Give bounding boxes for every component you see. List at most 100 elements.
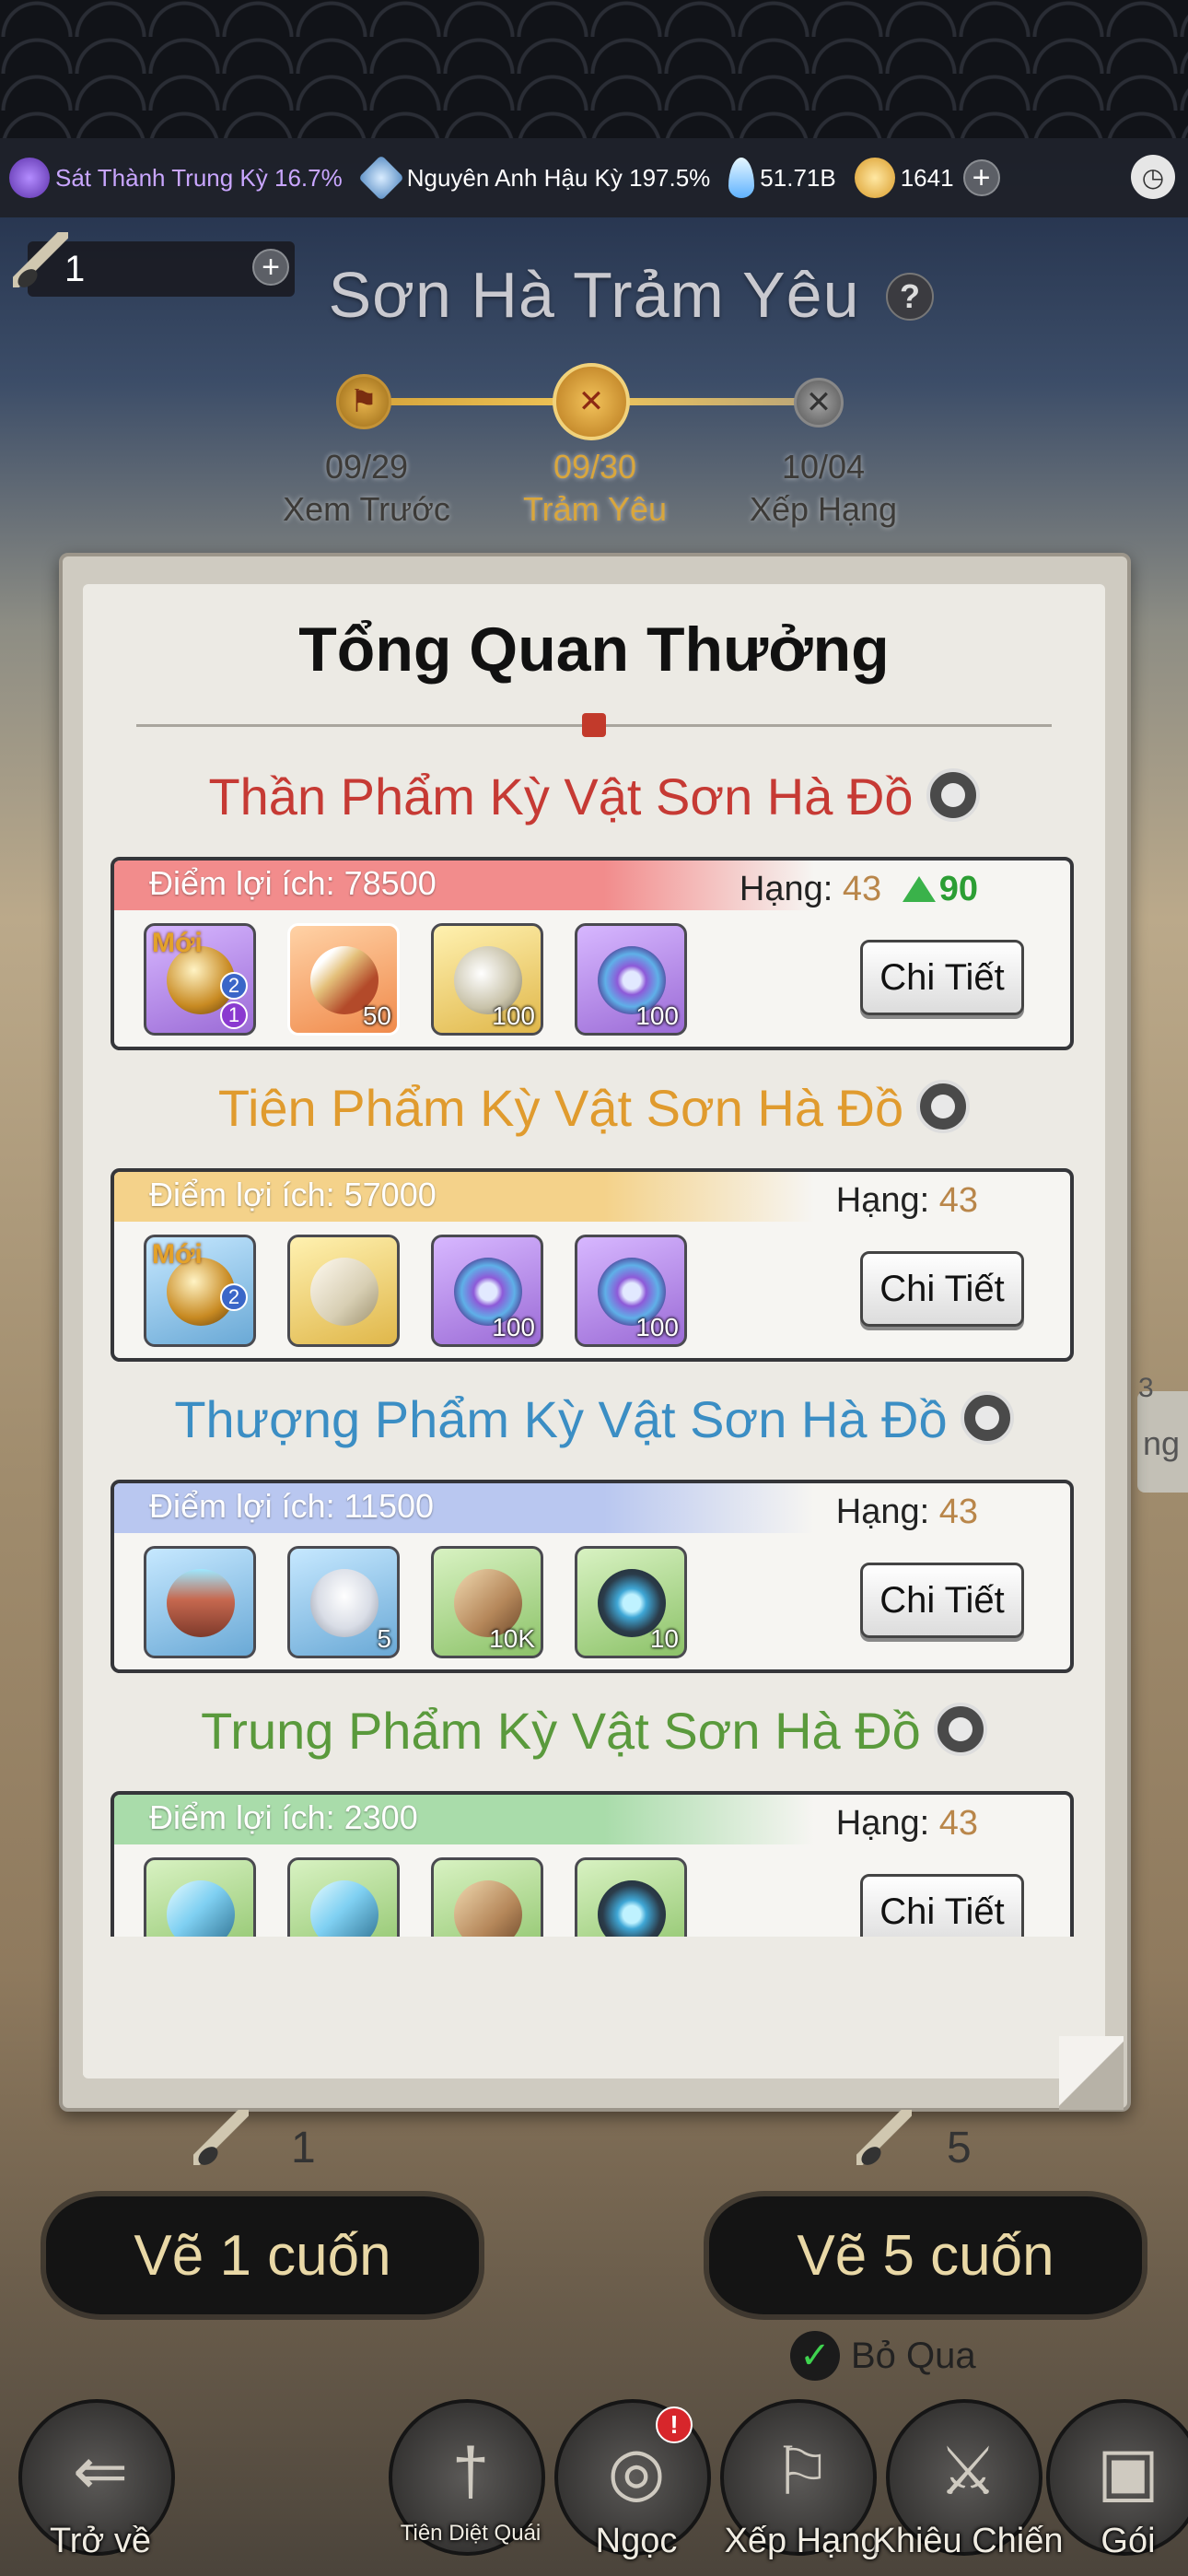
item-quantity: 100 <box>492 1313 535 1341</box>
notification-badge: ! <box>656 2406 693 2443</box>
help-icon[interactable]: ? <box>886 273 934 321</box>
reward-item[interactable]: Mới 2 1 <box>144 923 256 1036</box>
nav-label: Gói <box>1101 2522 1156 2560</box>
new-tag: Mới <box>152 928 203 958</box>
tier-immortal: Tiên Phẩm Kỳ Vật Sơn Hà Đồ Điểm lợi ích:… <box>83 1076 1105 1380</box>
crossed-swords-icon: ⚔ <box>938 2435 998 2509</box>
sword-icon: † <box>451 2435 490 2509</box>
level-badge: 1 <box>220 1001 248 1029</box>
reward-item[interactable]: 100 <box>575 923 687 1036</box>
back-arrow-icon: ⇐ <box>72 2435 129 2509</box>
benefit-points: Điểm lợi ích: 11500 <box>149 1487 435 1525</box>
draw-five-button[interactable]: Vẽ 5 cuốn <box>709 2196 1142 2314</box>
count-badge: 2 <box>220 1283 248 1311</box>
info-icon[interactable] <box>933 1703 987 1757</box>
bamboo-scroll-icon <box>454 1880 522 1937</box>
nav-package[interactable]: ▣ Gói <box>1046 2399 1188 2560</box>
new-tag: Mới <box>152 1239 203 1270</box>
nav-slay-monster[interactable]: † Tiên Diệt Quái <box>389 2399 545 2556</box>
reward-item[interactable] <box>575 1857 687 1937</box>
tier-divine: Thần Phẩm Kỳ Vật Sơn Hà Đồ Điểm lợi ích:… <box>83 765 1105 1069</box>
reward-item[interactable] <box>287 1857 400 1937</box>
crystal-staff-icon <box>310 1880 379 1937</box>
benefit-points: Điểm lợi ích: 2300 <box>149 1798 418 1836</box>
gold-stat: 1641 + <box>854 158 1000 198</box>
tier-title: Thần Phẩm Kỳ Vật Sơn Hà Đồ <box>83 765 1105 829</box>
benefit-points: Điểm lợi ích: 78500 <box>149 864 437 902</box>
panel-title: Tổng Quan Thưởng <box>298 615 890 685</box>
nav-back[interactable]: ⇐ Trở về <box>18 2399 175 2560</box>
reward-item[interactable] <box>431 1857 543 1937</box>
item-quantity: 100 <box>492 1001 535 1030</box>
nav-label: Trở về <box>49 2522 152 2560</box>
info-icon[interactable] <box>916 1080 971 1134</box>
nav-orb[interactable]: ◎ ! Ngọc <box>554 2399 711 2560</box>
reward-card: Điểm lợi ích: 57000 Hạng: 43 Mới 2 100 100 … <box>111 1168 1074 1362</box>
tier-title: Tiên Phẩm Kỳ Vật Sơn Hà Đồ <box>83 1076 1105 1141</box>
stage-preview-label: 09/29 Xem Trước <box>283 448 450 528</box>
page-curl <box>1059 2036 1124 2110</box>
draw-one-cost: 1 <box>291 2124 316 2172</box>
reward-item[interactable] <box>287 1235 400 1347</box>
stage-preview-flag-icon[interactable]: ⚑ <box>336 374 391 429</box>
info-icon[interactable] <box>926 768 980 823</box>
nav-challenge[interactable]: ⚔ Khiêu Chiến <box>872 2399 1064 2560</box>
spirit-stone-stat: 51.71B <box>728 158 836 198</box>
item-quantity: 100 <box>635 1001 679 1030</box>
cultivation-stat[interactable]: Nguyên Anh Hậu Kỳ 197.5% <box>357 155 711 201</box>
chest-icon: ▣ <box>1096 2435 1160 2509</box>
tier-superior: Thượng Phẩm Kỳ Vật Sơn Hà Đồ Điểm lợi íc… <box>83 1388 1105 1692</box>
item-quantity: 5 <box>377 1624 391 1653</box>
item-quantity: 100 <box>635 1313 679 1341</box>
reward-item[interactable]: 100 <box>431 923 543 1036</box>
reward-item[interactable]: 100 <box>431 1235 543 1347</box>
rank-display: Hạng: 43 <box>835 1181 978 1220</box>
crystal-staff-icon <box>167 1880 235 1937</box>
detail-button[interactable]: Chi Tiết <box>860 1251 1024 1327</box>
up-arrow-icon <box>902 876 936 902</box>
rank-display: Hạng: 43 <box>835 1493 978 1531</box>
item-quantity: 10 <box>649 1624 679 1653</box>
cultivation-text: Nguyên Anh Hậu Kỳ 197.5% <box>406 163 711 192</box>
stage-ranking-icon[interactable]: ✕ <box>794 378 844 427</box>
draw-one-button[interactable]: Vẽ 1 cuốn <box>46 2196 479 2314</box>
detail-button[interactable]: Chi Tiết <box>860 1563 1024 1638</box>
checkmark-icon: ✓ <box>790 2331 840 2381</box>
nav-ranking[interactable]: ⚐ Xếp Hạng <box>720 2399 880 2560</box>
reward-item[interactable]: 100 <box>575 1235 687 1347</box>
count-badge: 2 <box>220 972 248 1000</box>
detail-button[interactable]: Chi Tiết <box>860 1874 1024 1937</box>
clock-icon[interactable]: ◷ <box>1131 155 1175 199</box>
decorative-wave-pattern <box>0 0 1188 138</box>
tier-middle: Trung Phẩm Kỳ Vật Sơn Hà Đồ Điểm lợi ích… <box>83 1699 1105 1937</box>
fan-icon <box>357 155 404 201</box>
info-icon[interactable] <box>960 1391 1014 1446</box>
draw-five-cost: 5 <box>947 2124 972 2172</box>
add-gold-button[interactable]: + <box>962 159 1000 196</box>
skip-label: Bỏ Qua <box>851 2335 976 2376</box>
silver-ingot-icon <box>310 1569 379 1637</box>
reward-item[interactable] <box>144 1857 256 1937</box>
stage-ranking-label: 10/04 Xếp Hạng <box>749 448 898 528</box>
realm-stat[interactable]: Sát Thành Trung Kỳ 16.7% <box>9 158 343 198</box>
stage-slay-crossed-swords-icon[interactable]: ✕ <box>553 363 630 440</box>
side-ranking-tab[interactable]: ng <box>1137 1391 1188 1493</box>
reward-card: Điểm lợi ích: 11500 Hạng: 43 5 10K 10 Chi … <box>111 1480 1074 1673</box>
reward-item[interactable]: Mới 2 <box>144 1235 256 1347</box>
nav-label: Ngọc <box>595 2522 678 2560</box>
reward-item[interactable]: 10 <box>575 1546 687 1658</box>
reward-item[interactable] <box>144 1546 256 1658</box>
spirit-crystal-icon <box>728 158 755 198</box>
skip-toggle[interactable]: ✓ Bỏ Qua <box>790 2331 976 2381</box>
treasure-chest-icon <box>167 1569 235 1637</box>
nav-label: Xếp Hạng <box>724 2522 880 2560</box>
detail-button[interactable]: Chi Tiết <box>860 940 1024 1015</box>
reward-card: Điểm lợi ích: 2300 Hạng: 43 Chi Tiết <box>111 1791 1074 1937</box>
reward-tier-list[interactable]: Thần Phẩm Kỳ Vật Sơn Hà Đồ Điểm lợi ích:… <box>83 765 1105 1937</box>
reward-item[interactable]: 50 <box>287 923 400 1036</box>
reward-item[interactable]: 10K <box>431 1546 543 1658</box>
benefit-points: Điểm lợi ích: 57000 <box>149 1176 437 1213</box>
reward-item[interactable]: 5 <box>287 1546 400 1658</box>
realm-icon <box>9 158 50 198</box>
stage-slay-label: 09/30 Trảm Yêu <box>522 448 668 528</box>
